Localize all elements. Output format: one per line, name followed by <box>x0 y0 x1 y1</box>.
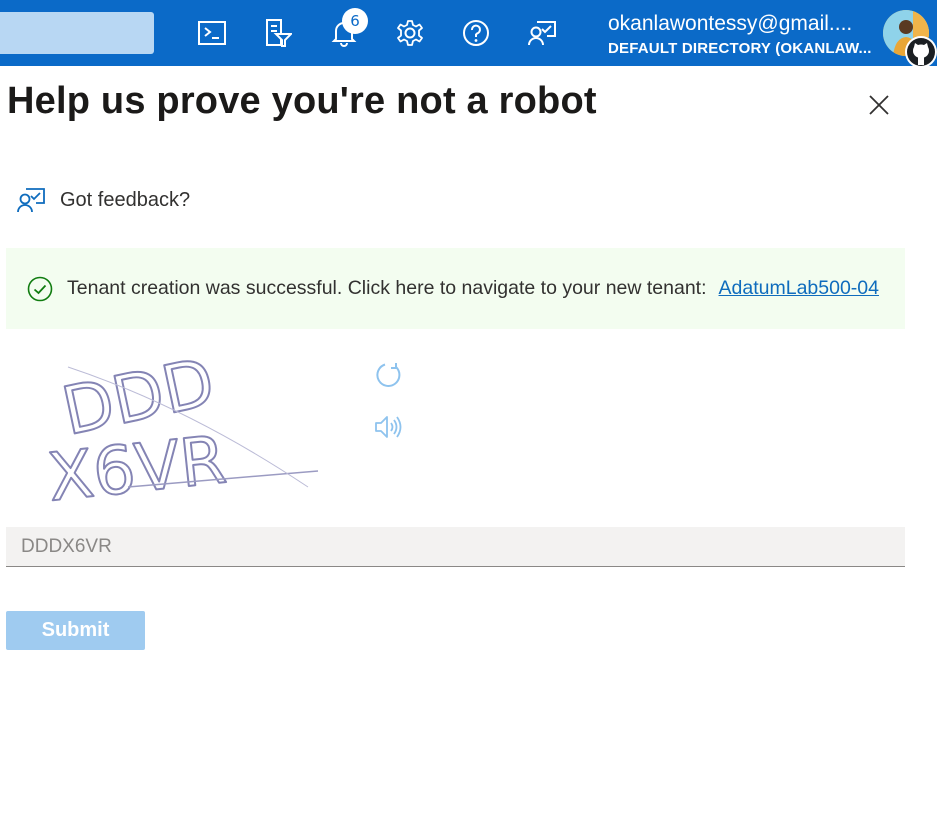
search-input[interactable] <box>0 12 154 54</box>
close-icon <box>869 95 889 115</box>
refresh-captcha-button[interactable] <box>372 358 406 392</box>
account-menu[interactable]: okanlawontessy@gmail.... DEFAULT DIRECTO… <box>608 10 878 60</box>
cloud-shell-icon[interactable] <box>194 15 230 51</box>
tenant-link[interactable]: AdatumLab500-04 <box>719 277 879 300</box>
captcha-answer-input[interactable] <box>6 527 905 567</box>
success-message-bar: Tenant creation was successful. Click he… <box>6 248 905 329</box>
settings-icon[interactable] <box>392 15 428 51</box>
success-message: Tenant creation was successful. Click he… <box>67 277 707 299</box>
help-icon[interactable] <box>458 15 494 51</box>
feedback-icon[interactable] <box>524 15 560 51</box>
account-email: okanlawontessy@gmail.... <box>608 12 853 35</box>
refresh-icon <box>376 363 401 387</box>
github-icon <box>905 36 937 68</box>
check-circle-icon <box>27 276 53 301</box>
directory-filter-icon[interactable] <box>260 15 296 51</box>
account-directory: DEFAULT DIRECTORY (OKANLAW... <box>608 40 872 57</box>
audio-captcha-button[interactable] <box>372 410 406 444</box>
close-button[interactable] <box>862 88 896 122</box>
feedback-icon <box>17 188 45 213</box>
submit-button[interactable]: Submit <box>6 611 145 650</box>
feedback-link[interactable]: Got feedback? <box>16 186 190 214</box>
speaker-icon <box>375 416 402 438</box>
dialog-title: Help us prove you're not a robot <box>7 80 597 122</box>
captcha-image: DDD X6VR <box>8 342 368 517</box>
feedback-label: Got feedback? <box>60 188 191 211</box>
top-bar: 6 okanlawontessy@gmail.... DEFAULT DIREC… <box>0 0 937 68</box>
notification-count-badge: 6 <box>342 8 368 34</box>
